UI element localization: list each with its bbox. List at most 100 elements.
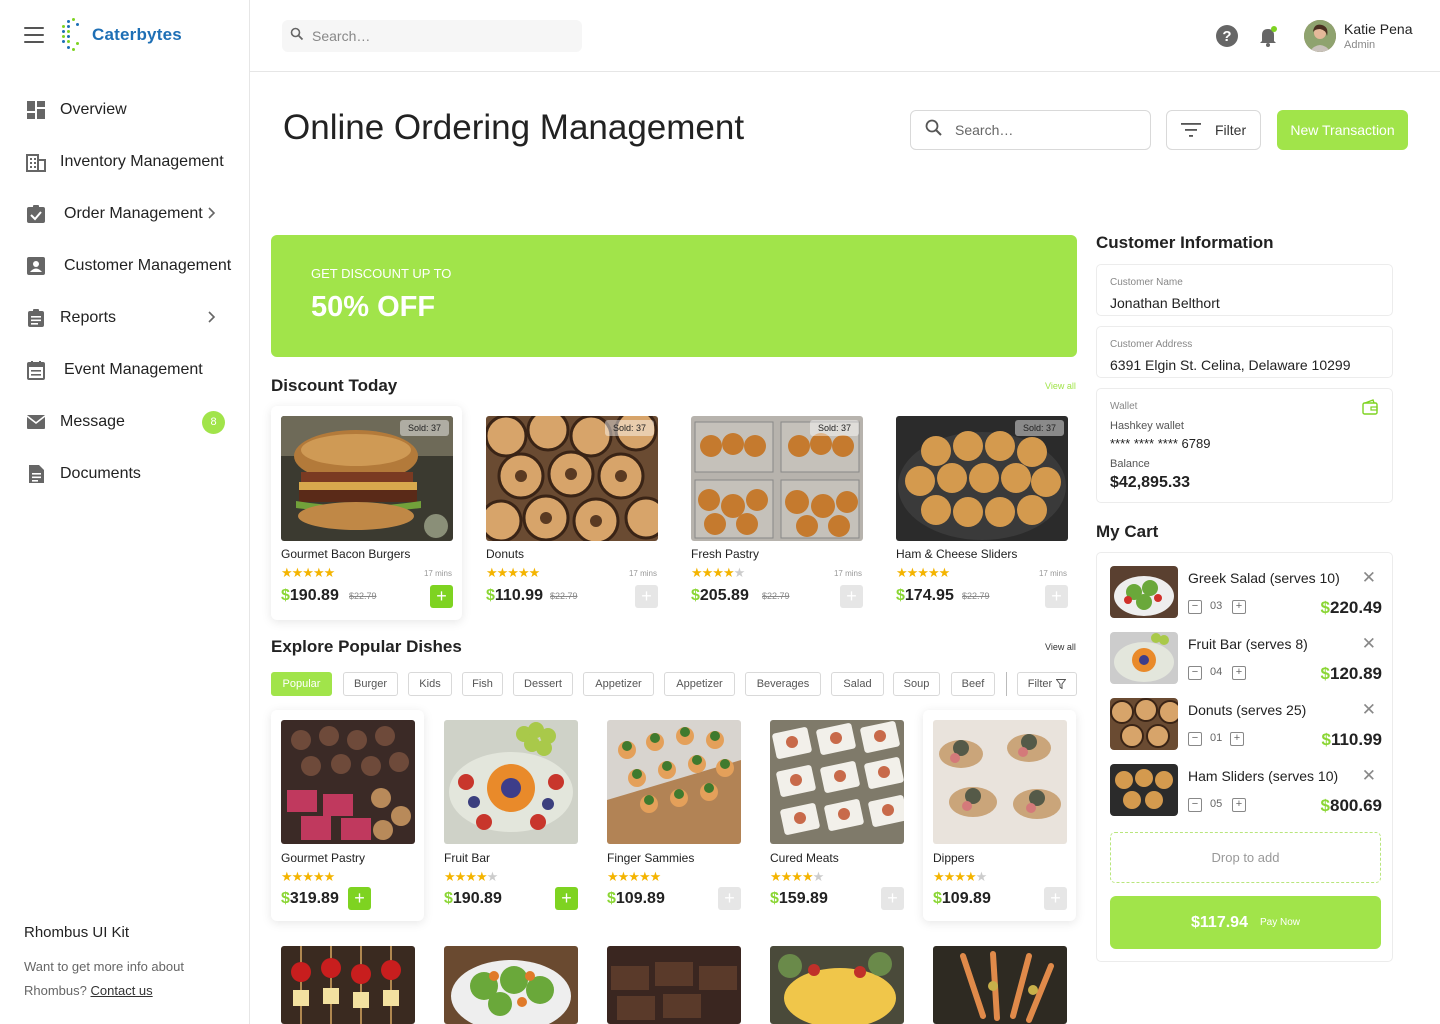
- chip-fish[interactable]: Fish: [462, 672, 503, 696]
- remove-item-icon[interactable]: ✕: [1362, 766, 1376, 786]
- chip-beef[interactable]: Beef: [951, 672, 995, 696]
- dish-card[interactable]: Fruit Bar ★★★★★ $190.89 +: [434, 710, 587, 921]
- add-to-cart-button[interactable]: +: [1044, 887, 1067, 910]
- food-image-dippers: [933, 720, 1067, 844]
- discount-card[interactable]: Sold: 37 Ham & Cheese Sliders ★★★★★ 17 m…: [886, 406, 1077, 620]
- menu-icon[interactable]: [24, 27, 44, 43]
- food-image-shrimp[interactable]: [933, 946, 1067, 1024]
- sidebar-item-events[interactable]: Event Management: [0, 344, 249, 396]
- cart-item-name: Ham Sliders (serves 10): [1188, 768, 1339, 784]
- discount-card[interactable]: Sold: 37 Donuts ★★★★★ 17 mins $110.99 $2…: [476, 406, 667, 620]
- chip-dessert[interactable]: Dessert: [513, 672, 573, 696]
- dish-name: Gourmet Bacon Burgers: [281, 547, 411, 561]
- remove-item-icon[interactable]: ✕: [1362, 568, 1376, 588]
- decrement-button[interactable]: −: [1188, 666, 1202, 680]
- chip-appetizer-2[interactable]: Appetizer: [664, 672, 735, 696]
- cart-item-price: $110.99: [1321, 730, 1382, 749]
- dashboard-icon: [26, 100, 46, 120]
- new-transaction-button[interactable]: New Transaction: [1277, 110, 1408, 150]
- help-icon[interactable]: ?: [1216, 25, 1238, 47]
- food-image-burger: Sold: 37: [281, 416, 453, 541]
- food-image-salad-bowl[interactable]: [444, 946, 578, 1024]
- star-rating: ★★★★★: [691, 565, 745, 580]
- add-to-cart-button[interactable]: +: [555, 887, 578, 910]
- add-to-cart-button[interactable]: +: [348, 887, 371, 910]
- chip-appetizer[interactable]: Appetizer: [583, 672, 654, 696]
- remove-item-icon[interactable]: ✕: [1362, 700, 1376, 720]
- increment-button[interactable]: +: [1232, 600, 1246, 614]
- discount-card[interactable]: Sold: 37 Gourmet Bacon Burgers ★★★★★ 17 …: [271, 406, 462, 620]
- add-to-cart-button[interactable]: +: [635, 585, 658, 608]
- food-image-brownies[interactable]: [607, 946, 741, 1024]
- dish-name: Fruit Bar: [444, 851, 491, 865]
- chip-filter-button[interactable]: Filter: [1017, 672, 1077, 696]
- popular-view-all-link[interactable]: View all: [1045, 642, 1076, 652]
- orders-search-input[interactable]: [955, 122, 1135, 138]
- sidebar-item-inventory[interactable]: Inventory Management: [0, 136, 249, 188]
- add-to-cart-button[interactable]: +: [718, 887, 741, 910]
- message-badge: 8: [202, 410, 225, 434]
- increment-button[interactable]: +: [1230, 732, 1244, 746]
- decrement-button[interactable]: −: [1188, 798, 1202, 812]
- discount-card[interactable]: Sold: 37 Fresh Pastry ★★★★★ 17 mins $205…: [681, 406, 872, 620]
- dish-card[interactable]: Finger Sammies ★★★★★ $109.89 +: [597, 710, 750, 921]
- star-rating: ★★★★★: [770, 869, 824, 884]
- sidebar-item-overview[interactable]: Overview: [0, 84, 249, 136]
- wallet-icon[interactable]: [1362, 399, 1378, 420]
- cart-item-qty: 04: [1210, 666, 1223, 678]
- decrement-button[interactable]: −: [1188, 600, 1202, 614]
- dish-card[interactable]: Cured Meats ★★★★★ $159.89 +: [760, 710, 913, 921]
- increment-button[interactable]: +: [1232, 798, 1246, 812]
- add-to-cart-button[interactable]: +: [430, 585, 453, 608]
- add-to-cart-button[interactable]: +: [840, 585, 863, 608]
- customer-address-field: Customer Address 6391 Elgin St. Celina, …: [1096, 326, 1393, 378]
- notification-bell-icon[interactable]: [1256, 24, 1280, 48]
- sidebar: Caterbytes Overview Inventory Management…: [0, 0, 250, 1024]
- chip-salad[interactable]: Salad: [831, 672, 884, 696]
- star-rating: ★★★★★: [486, 565, 540, 580]
- orders-search[interactable]: [910, 110, 1151, 150]
- add-to-cart-button[interactable]: +: [881, 887, 904, 910]
- avatar[interactable]: [1304, 20, 1336, 52]
- discount-view-all-link[interactable]: View all: [1045, 381, 1076, 391]
- filter-button[interactable]: Filter: [1166, 110, 1261, 150]
- increment-button[interactable]: +: [1232, 666, 1246, 680]
- discount-banner[interactable]: GET DISCOUNT UP TO 50% OFF: [271, 235, 1077, 357]
- mail-icon: [26, 412, 46, 432]
- chip-soup[interactable]: Soup: [893, 672, 940, 696]
- add-to-cart-button[interactable]: +: [1045, 585, 1068, 608]
- cart-item: Ham Sliders (serves 10) ✕ − 05 + $800.69: [1110, 764, 1382, 820]
- chip-popular[interactable]: Popular: [271, 672, 332, 696]
- global-search-input[interactable]: [312, 28, 562, 44]
- sidebar-item-reports[interactable]: Reports: [0, 292, 249, 344]
- pay-now-button[interactable]: $117.94 Pay Now: [1110, 896, 1381, 949]
- remove-item-icon[interactable]: ✕: [1362, 634, 1376, 654]
- sidebar-item-message[interactable]: Message 8: [0, 396, 249, 448]
- sidebar-item-orders[interactable]: Order Management: [0, 188, 249, 240]
- sidebar-item-customers[interactable]: Customer Management: [0, 240, 249, 292]
- brand: Caterbytes: [24, 18, 182, 52]
- decrement-button[interactable]: −: [1188, 732, 1202, 746]
- chip-burger[interactable]: Burger: [343, 672, 398, 696]
- chevron-right-icon: [208, 206, 216, 222]
- sidebar-item-label: Inventory Management: [60, 153, 224, 170]
- chip-kids[interactable]: Kids: [408, 672, 452, 696]
- sidebar-item-label: Message: [60, 413, 125, 430]
- dish-name: Donuts: [486, 547, 525, 561]
- food-image-corn-salad[interactable]: [770, 946, 904, 1024]
- dish-card[interactable]: Dippers ★★★★★ $109.89 +: [923, 710, 1076, 921]
- drop-zone[interactable]: Drop to add: [1110, 832, 1381, 883]
- dish-price: $190.89: [281, 587, 339, 604]
- dish-price: $190.89: [444, 890, 502, 907]
- chip-beverages[interactable]: Beverages: [745, 672, 821, 696]
- logo-icon: [58, 18, 84, 52]
- clipboard-icon: [26, 308, 46, 328]
- dish-card[interactable]: Gourmet Pastry ★★★★★ $319.89 +: [271, 710, 424, 921]
- customer-address-value: 6391 Elgin St. Celina, Delaware 10299: [1110, 357, 1351, 373]
- sidebar-item-documents[interactable]: Documents: [0, 448, 249, 500]
- food-image-caprese-skewers[interactable]: [281, 946, 415, 1024]
- dish-price: $109.89: [607, 890, 665, 907]
- cart-item-name: Donuts (serves 25): [1188, 702, 1307, 718]
- contact-link[interactable]: Contact us: [91, 983, 153, 998]
- global-search[interactable]: [282, 20, 582, 52]
